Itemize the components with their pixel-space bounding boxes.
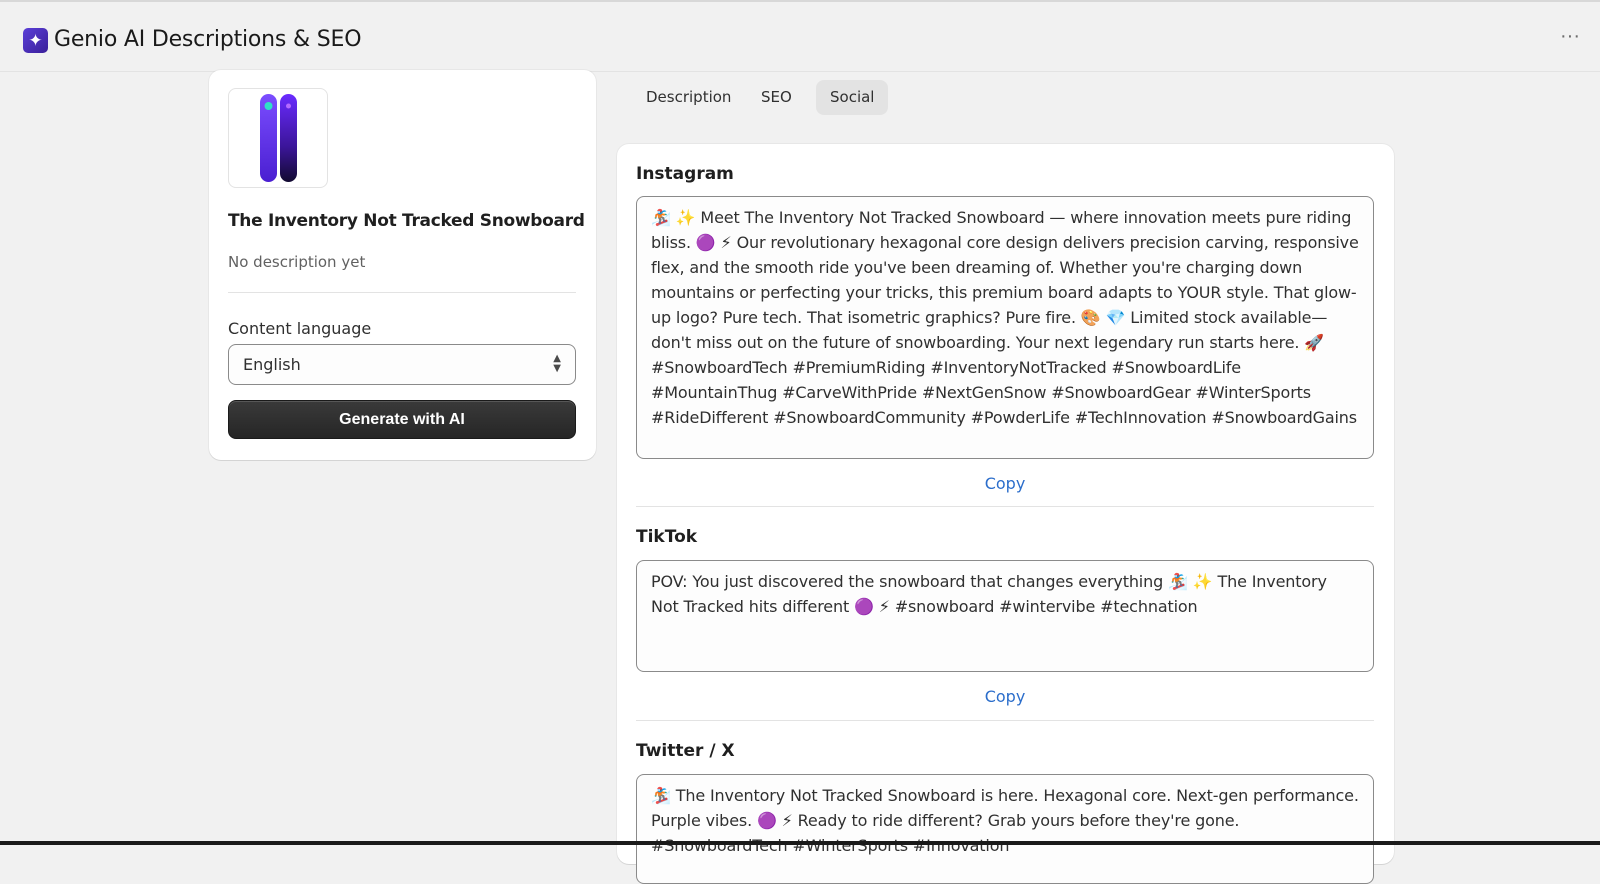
app-title: Genio AI Descriptions & SEO (54, 27, 362, 52)
tab-social[interactable]: Social (816, 80, 889, 115)
tab-description[interactable]: Description (632, 80, 745, 115)
twitter-title: Twitter / X (636, 741, 735, 761)
app-header: ✦ Genio AI Descriptions & SEO ··· (0, 0, 1600, 72)
generate-with-ai-button[interactable]: Generate with AI (228, 400, 576, 439)
content-language-value: English (243, 355, 301, 374)
tiktok-copy-button[interactable]: Copy (636, 687, 1374, 706)
divider (636, 506, 1374, 507)
select-chevron-icon: ▲ ▼ (553, 353, 561, 374)
instagram-copy-button[interactable]: Copy (636, 474, 1374, 493)
divider (228, 292, 576, 293)
instagram-textarea[interactable]: 🏂 ✨ Meet The Inventory Not Tracked Snowb… (636, 196, 1374, 459)
instagram-title: Instagram (636, 164, 734, 184)
product-card: The Inventory Not Tracked Snowboard No d… (209, 70, 596, 460)
sparkle-icon: ✦ (23, 28, 48, 53)
content-language-select[interactable]: English ▲ ▼ (228, 344, 576, 385)
ellipsis-icon[interactable]: ··· (1558, 26, 1582, 50)
product-image (228, 88, 328, 188)
social-card: Instagram 🏂 ✨ Meet The Inventory Not Tra… (617, 144, 1394, 884)
snowboard-image (260, 94, 297, 182)
twitter-textarea[interactable]: 🏂 The Inventory Not Tracked Snowboard is… (636, 774, 1374, 884)
tab-seo[interactable]: SEO (747, 80, 806, 115)
tiktok-textarea[interactable]: POV: You just discovered the snowboard t… (636, 560, 1374, 672)
bottom-edge (0, 841, 1600, 845)
divider (636, 720, 1374, 721)
tiktok-title: TikTok (636, 527, 698, 547)
product-title: The Inventory Not Tracked Snowboard (228, 211, 585, 231)
product-description: No description yet (228, 253, 366, 271)
content-language-label: Content language (228, 319, 372, 338)
